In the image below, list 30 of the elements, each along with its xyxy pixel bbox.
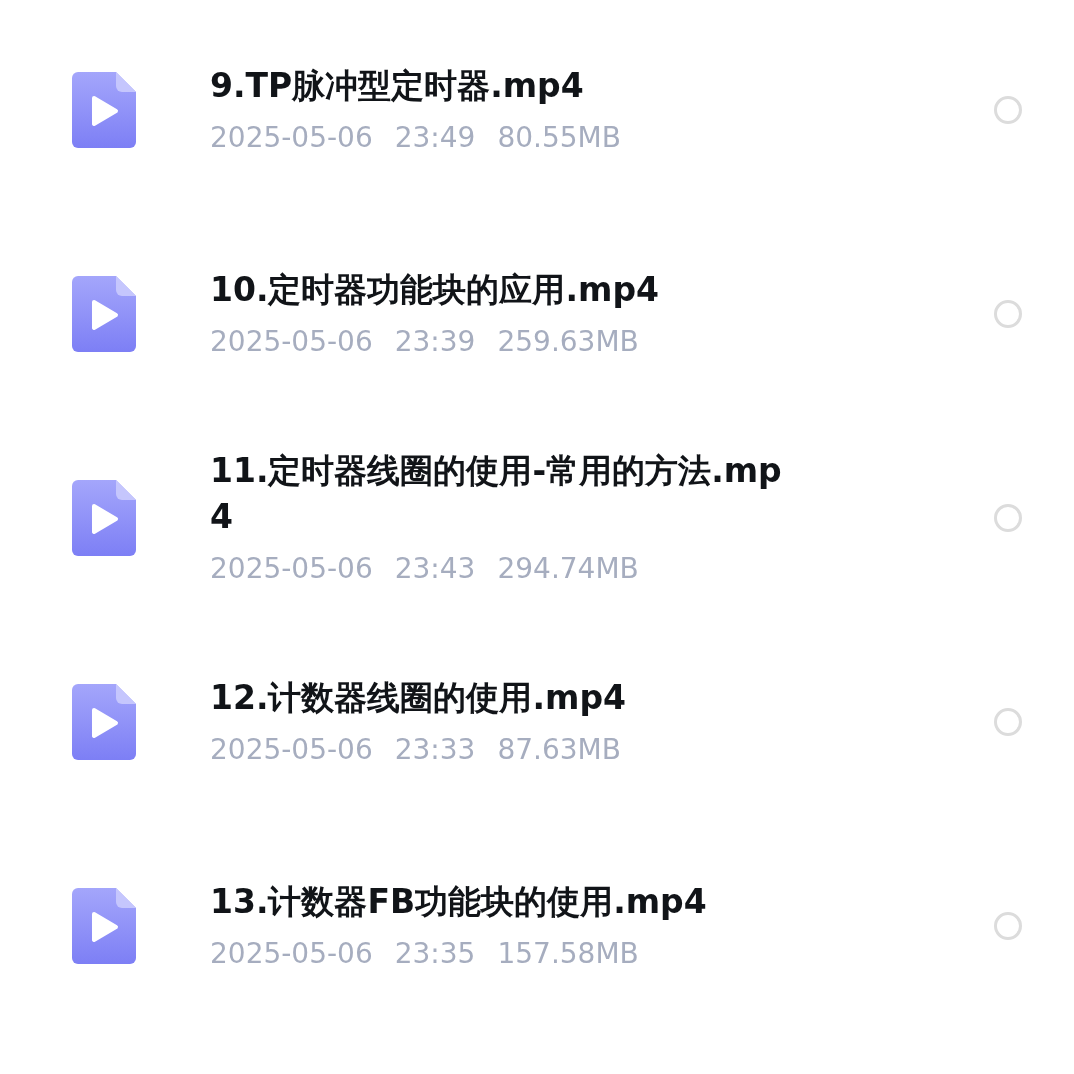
file-name: 9.TP脉冲型定时器.mp4 (210, 65, 585, 107)
file-name: 12.计数器线圈的使用.mp4 (210, 677, 627, 719)
file-date: 2025-05-06 (210, 120, 373, 156)
file-size: 259.63MB (497, 324, 639, 360)
file-size: 294.74MB (497, 551, 639, 587)
file-time: 23:35 (394, 936, 476, 972)
video-file-icon (72, 276, 136, 352)
file-time: 23:33 (394, 732, 476, 768)
file-size: 157.58MB (497, 936, 639, 972)
file-date: 2025-05-06 (210, 324, 373, 360)
select-radio[interactable] (994, 504, 1022, 532)
select-radio[interactable] (994, 300, 1022, 328)
select-radio[interactable] (994, 912, 1022, 940)
video-file-icon (72, 888, 136, 964)
select-radio[interactable] (994, 96, 1022, 124)
file-time: 23:49 (394, 120, 476, 156)
video-file-icon (72, 72, 136, 148)
select-radio[interactable] (994, 708, 1022, 736)
file-date: 2025-05-06 (210, 551, 373, 587)
file-name: 11.定时器线圈的使用-常用的方法.mp4 (210, 450, 783, 538)
video-file-icon (72, 684, 136, 760)
file-name: 10.定时器功能块的应用.mp4 (210, 269, 660, 311)
file-time: 23:39 (394, 324, 476, 360)
file-date: 2025-05-06 (210, 732, 373, 768)
file-date: 2025-05-06 (210, 936, 373, 972)
video-file-icon (72, 480, 136, 556)
file-size: 87.63MB (497, 732, 621, 768)
file-name: 13.计数器FB功能块的使用.mp4 (210, 881, 708, 923)
file-time: 23:43 (394, 551, 476, 587)
file-size: 80.55MB (497, 120, 621, 156)
